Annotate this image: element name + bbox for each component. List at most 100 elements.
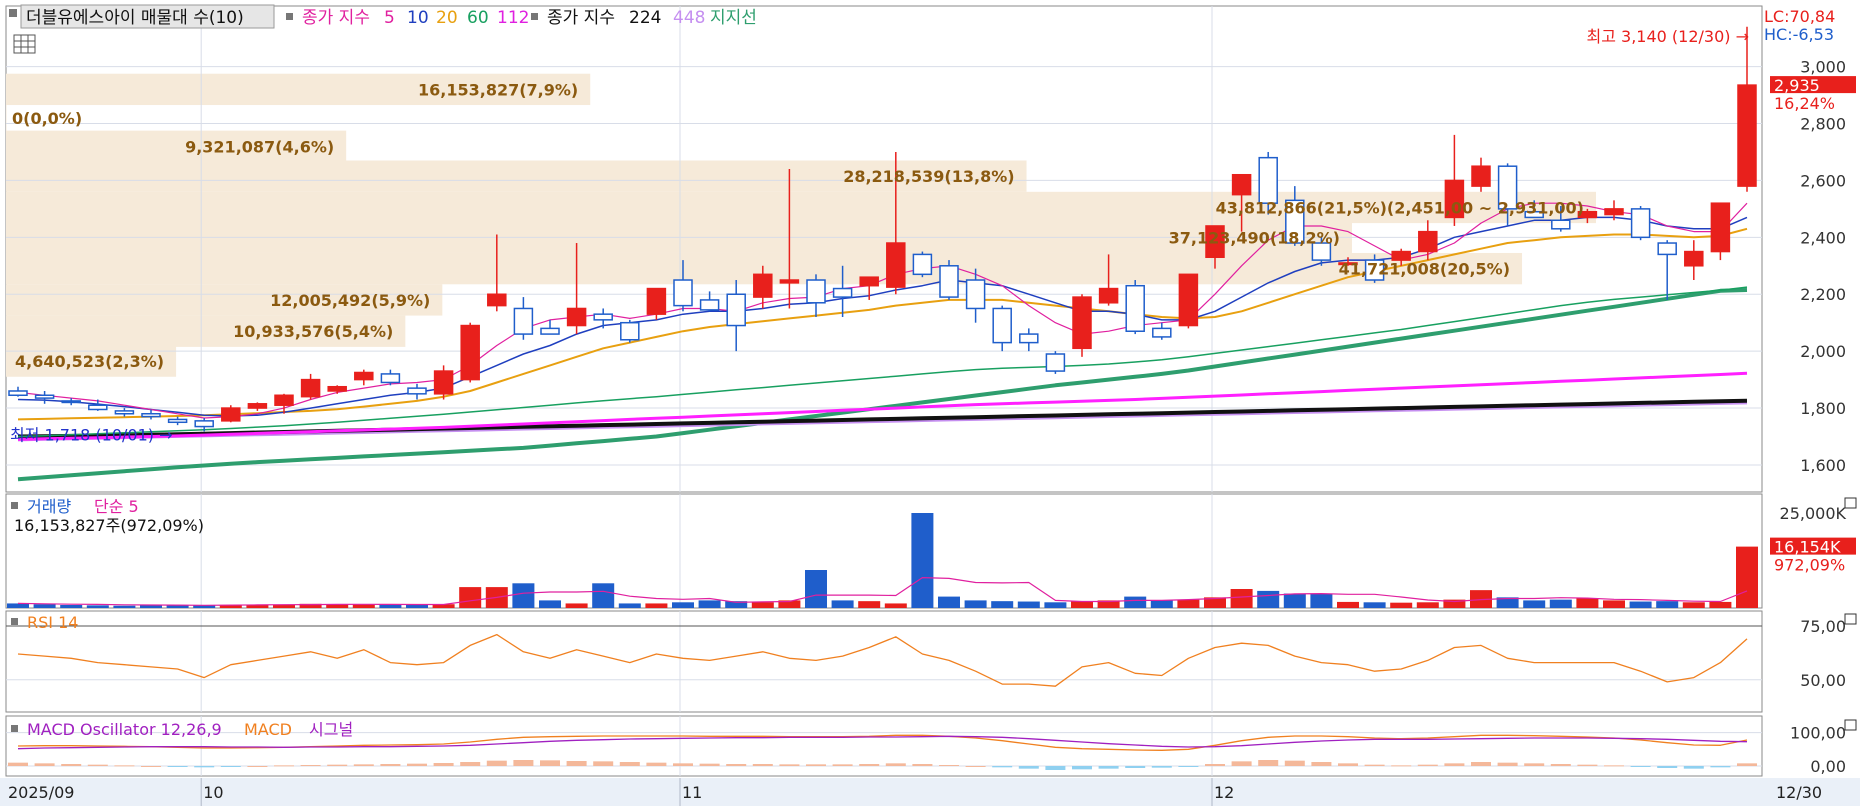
ma448-legend[interactable]: 448 bbox=[673, 8, 705, 28]
candle-body bbox=[806, 279, 826, 304]
volume-bar bbox=[991, 601, 1014, 608]
macd-oscillator-bar bbox=[1178, 766, 1199, 767]
macd-osc-legend[interactable]: MACD Oscillator 12,26,9 bbox=[27, 720, 222, 739]
current-price-label: 2,935 bbox=[1774, 76, 1820, 95]
macd-oscillator-bar bbox=[1471, 762, 1491, 766]
candle-body bbox=[593, 313, 613, 321]
high-marker-label: 최고 3,140 (12/30) → bbox=[1586, 27, 1749, 46]
ma224-legend[interactable]: 224 bbox=[629, 8, 661, 28]
candle-body bbox=[327, 385, 347, 392]
volume-bar bbox=[1230, 589, 1253, 608]
volume-bar bbox=[1363, 602, 1386, 608]
macd-oscillator-bar bbox=[1231, 761, 1252, 766]
volume-bar bbox=[1124, 596, 1147, 608]
lc-value: LC:70,84 bbox=[1764, 7, 1835, 26]
candle-body bbox=[1737, 84, 1757, 187]
ma-legend-label[interactable]: 종가 지수 bbox=[302, 8, 370, 28]
volume-profile-label: 41,721,008(20,5%) bbox=[1339, 260, 1510, 279]
macd-oscillator-bar bbox=[1630, 766, 1651, 767]
volume-bar bbox=[831, 600, 854, 608]
volume-bar bbox=[884, 603, 907, 608]
macd-oscillator-bar bbox=[274, 765, 294, 767]
volume-bar bbox=[1629, 601, 1652, 608]
price-tick-label: 3,000 bbox=[1800, 58, 1846, 77]
macd-oscillator-bar bbox=[832, 764, 853, 766]
price-tick-label: 2,000 bbox=[1800, 342, 1846, 361]
volume-bar bbox=[1150, 600, 1173, 608]
candle-body bbox=[1019, 333, 1039, 344]
candle-body bbox=[487, 293, 507, 307]
macd-oscillator-bar bbox=[1391, 765, 1412, 767]
macd-oscillator-bar bbox=[1072, 766, 1092, 770]
volume-legend-label[interactable]: 거래량 bbox=[27, 497, 71, 516]
date-tick-label: 10 bbox=[203, 783, 223, 802]
macd-oscillator-bar bbox=[1524, 763, 1545, 766]
legend-bullet-icon bbox=[286, 13, 293, 20]
macd-oscillator-bar bbox=[1151, 766, 1172, 768]
macd-oscillator-bar bbox=[460, 762, 481, 766]
volume-profile-label: 4,640,523(2,3%) bbox=[15, 352, 164, 371]
volume-bar bbox=[1310, 593, 1333, 608]
macd-panel-close-icon[interactable] bbox=[1844, 719, 1857, 731]
volume-ma-legend[interactable]: 단순 5 bbox=[94, 497, 139, 516]
macd-oscillator-bar bbox=[486, 760, 507, 766]
volume-bar bbox=[805, 570, 827, 608]
candle-body bbox=[247, 403, 268, 409]
price-tick-label: 1,800 bbox=[1800, 399, 1846, 418]
candle-body bbox=[1471, 165, 1491, 187]
ma60-legend[interactable]: 60 bbox=[467, 8, 489, 28]
macd-oscillator-bar bbox=[300, 765, 321, 766]
ma5-legend[interactable]: 5 bbox=[384, 8, 395, 28]
support-legend[interactable]: 지지선 bbox=[710, 8, 757, 28]
candle-body bbox=[513, 307, 534, 335]
macd-oscillator-bar bbox=[220, 766, 241, 767]
legend-bullet-icon bbox=[11, 618, 18, 625]
volume-bar bbox=[86, 605, 109, 608]
hc-value: HC:-6,53 bbox=[1764, 25, 1834, 44]
candle-body bbox=[8, 390, 28, 397]
volume-bar bbox=[938, 596, 960, 608]
macd-oscillator-bar bbox=[779, 764, 800, 766]
volume-profile-label: 28,218,539(13,8%) bbox=[843, 167, 1014, 186]
rsi-panel-close-icon[interactable] bbox=[1844, 613, 1857, 625]
price-tick-label: 1,600 bbox=[1800, 456, 1846, 475]
legend-bullet-icon bbox=[531, 13, 538, 20]
macd-oscillator-bar bbox=[1125, 766, 1146, 768]
macd-oscillator-bar bbox=[1657, 766, 1678, 768]
macd-oscillator-bar bbox=[912, 764, 933, 766]
table-view-icon[interactable] bbox=[13, 34, 36, 54]
price-tick-label: 2,800 bbox=[1800, 115, 1846, 134]
candle-body bbox=[34, 394, 55, 399]
macd-oscillator-bar bbox=[1683, 766, 1704, 769]
candle-body bbox=[753, 273, 773, 298]
candle-body bbox=[859, 276, 879, 287]
ma2-legend-label[interactable]: 종가 지수 bbox=[547, 8, 615, 28]
macd-oscillator-bar bbox=[1417, 764, 1438, 766]
volume-bar bbox=[1017, 601, 1040, 608]
volume-bar bbox=[911, 513, 934, 608]
macd-legend[interactable]: MACD bbox=[244, 720, 292, 739]
rsi-legend-label[interactable]: RSI 14 bbox=[27, 613, 78, 632]
volume-bar bbox=[751, 602, 774, 608]
indicator-title[interactable]: 더블유에스아이 매물대 수(10) bbox=[26, 8, 244, 28]
ma20-legend[interactable]: 20 bbox=[436, 8, 458, 28]
volume-bar bbox=[1709, 601, 1732, 608]
candle-body bbox=[194, 420, 214, 428]
current-volume-change: 972,09% bbox=[1774, 556, 1845, 575]
macd-oscillator-bar bbox=[194, 766, 215, 768]
candle-body bbox=[88, 404, 108, 411]
volume-profile-bar bbox=[6, 102, 7, 134]
volume-panel-close-icon[interactable] bbox=[1844, 497, 1857, 509]
macd-oscillator-bar bbox=[141, 766, 161, 767]
macd-oscillator-bar bbox=[1444, 763, 1465, 766]
legend-bullet-icon bbox=[11, 502, 18, 509]
volume-profile-label: 12,005,492(5,9%) bbox=[270, 291, 430, 310]
volume-bar bbox=[1177, 599, 1200, 608]
candle-body bbox=[433, 370, 454, 395]
ma10-legend[interactable]: 10 bbox=[407, 8, 429, 28]
macd-signal-legend[interactable]: 시그널 bbox=[309, 720, 353, 739]
ma112-legend[interactable]: 112 bbox=[497, 8, 529, 28]
volume-bar bbox=[858, 601, 881, 608]
candle-body bbox=[1684, 250, 1704, 267]
volume-profile-label: 16,153,827(7,9%) bbox=[418, 80, 578, 99]
